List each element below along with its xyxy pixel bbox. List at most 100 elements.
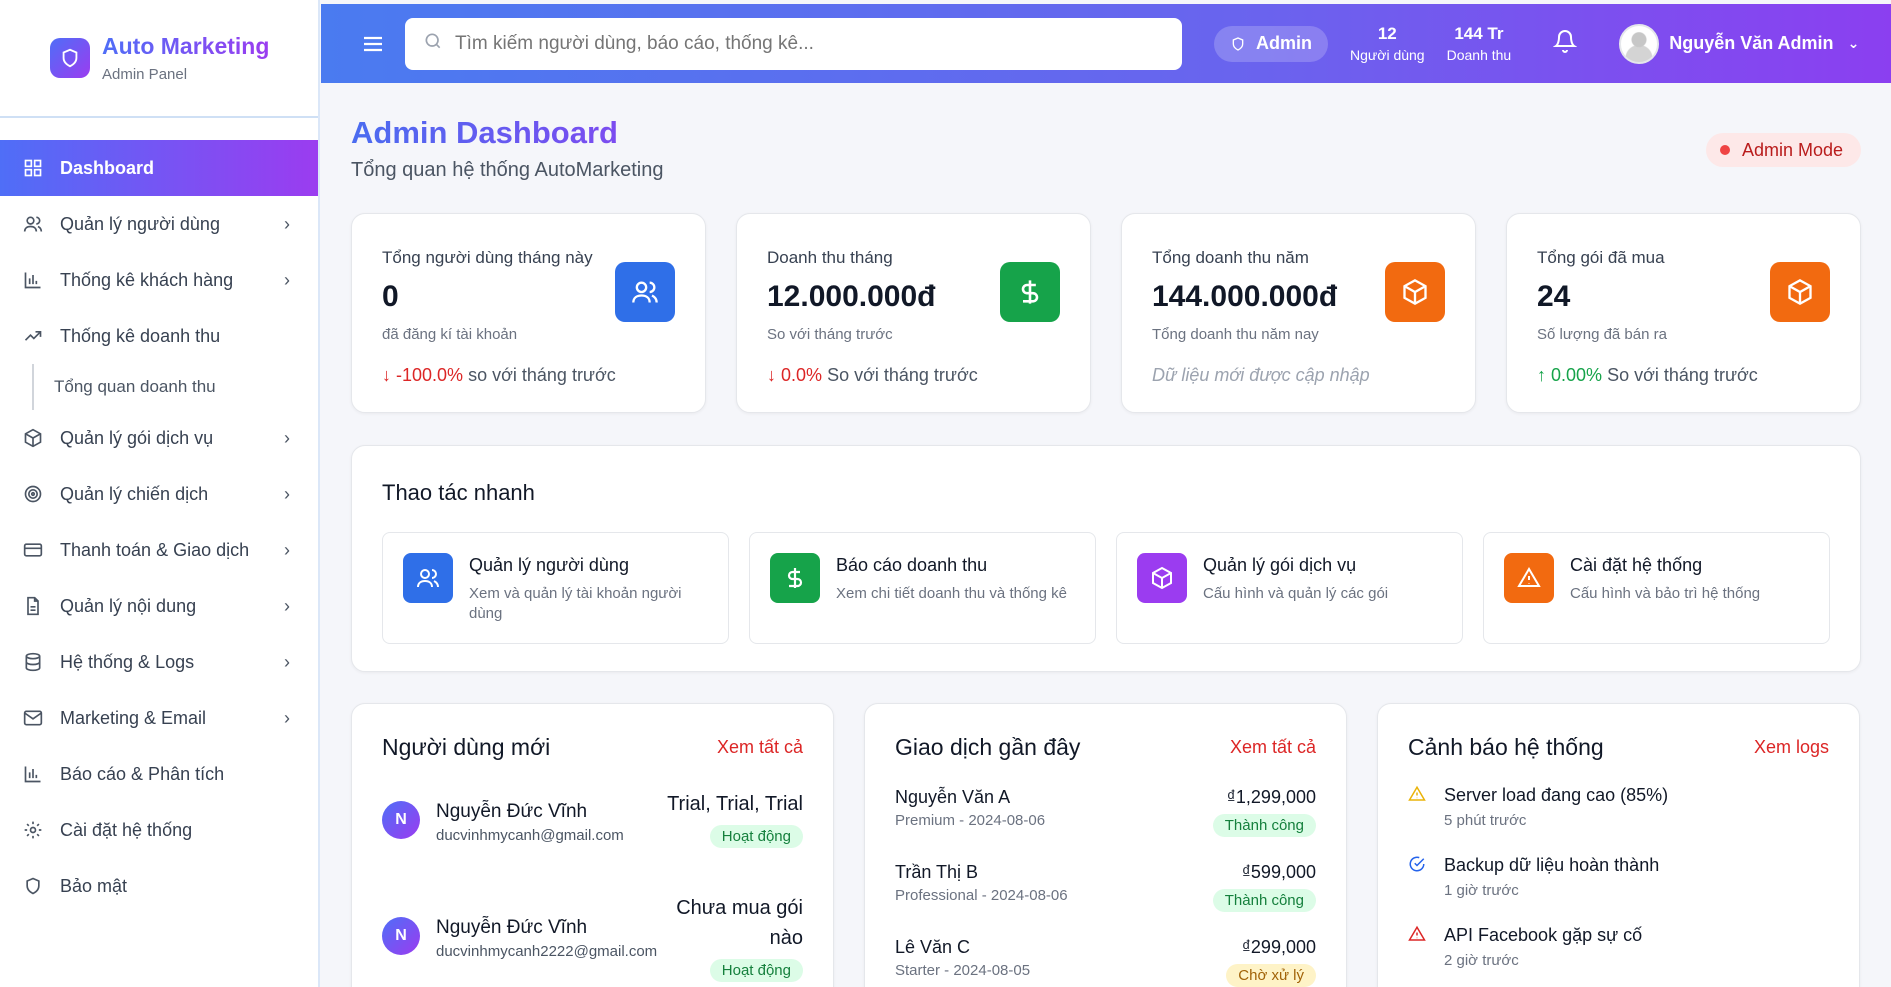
package-icon [1770,262,1830,322]
user-menu[interactable]: Nguyễn Văn Admin ⌄ [1619,23,1859,64]
topbar: Admin 12 Người dùng 144 Tr Doanh thu Ngu… [321,4,1891,83]
chevron-right-icon: › [284,269,290,290]
sidebar-item-packages[interactable]: Quản lý gói dịch vụ › [0,410,318,466]
sidebar-item-label: Quản lý gói dịch vụ [60,427,214,448]
stat-change-value: 0.00% [1551,365,1603,385]
sidebar-item-dashboard[interactable]: Dashboard [0,140,318,196]
alert-message: Server load đang cao (85%) [1444,785,1669,805]
stat-change-value: -100.0% [396,365,464,385]
menu-icon[interactable] [341,32,405,56]
sidebar-item-payments[interactable]: Thanh toán & Giao dịch › [0,522,318,578]
user-plan: Chưa mua gói nào [676,897,803,949]
sidebar-item-system-logs[interactable]: Hệ thống & Logs › [0,634,318,690]
stat-change-value: 0.0% [781,365,823,385]
list-item[interactable]: N Nguyễn Đức Vĩnh ducvinhmycanh2222@gmail… [382,893,803,987]
alert-time: 2 giờ trước [1444,952,1519,969]
users-icon [22,213,44,235]
stat-card-packages-sold: Tổng gói đã mua 24 Số lượng đã bán ra ↑ … [1506,213,1861,413]
arrow-up-icon: ↑ [1537,365,1546,385]
package-icon [1137,553,1187,603]
users-count: 12 Người dùng [1350,24,1425,63]
table-row[interactable]: Lê Văn C Starter - 2024-08-05 ₫299,000 Chờ… [895,937,1316,987]
chevron-right-icon: › [284,651,290,672]
status-dot [1719,145,1730,155]
user-plan: Trial, Trial, Trial [667,793,803,815]
list-item[interactable]: Server load đang cao (85%) 5 phút trước [1408,785,1829,835]
tx-detail: Starter - 2024-08-05 [895,962,1031,979]
avatar: N [382,801,420,839]
tx-name: Trần Thị B [895,862,979,882]
quick-action-packages[interactable]: Quản lý gói dịch vụ Cấu hình và quản lý c… [1116,532,1463,644]
revenue-label: Doanh thu [1446,47,1512,63]
sidebar-item-label: Hệ thống & Logs [60,651,195,672]
stat-change: ↑ 0.00% So với tháng trước [1537,365,1830,386]
dollar-icon [1000,262,1060,322]
bar-chart-icon [22,269,44,291]
sidebar-subitem-revenue-overview[interactable]: Tổng quan doanh thu [32,364,318,410]
sidebar-item-label: Thống kê khách hàng [60,269,234,290]
admin-mode-badge: Admin Mode [1705,133,1861,167]
list-item[interactable]: Backup dữ liệu hoàn thành 1 giờ trước [1408,855,1829,905]
sidebar-item-label: Thống kê doanh thu [60,325,221,346]
search-input[interactable] [455,32,1135,55]
sidebar-item-content[interactable]: Quản lý nội dung › [0,578,318,634]
tx-detail: Professional - 2024-08-06 [895,887,1068,904]
sidebar-item-settings[interactable]: Cài đặt hệ thống [0,802,318,858]
sidebar-item-security[interactable]: Bảo mật [0,858,318,914]
arrow-down-icon: ↓ [767,365,776,385]
sidebar-item-campaigns[interactable]: Quản lý chiến dịch › [0,466,318,522]
revenue-value: 144 Tr [1454,24,1504,43]
brand[interactable]: Auto Marketing Admin Panel [0,0,318,118]
quick-action-desc: Cấu hình và bảo trì hệ thống [1570,585,1761,602]
table-row[interactable]: Trần Thị B Professional - 2024-08-06 ₫599… [895,862,1316,917]
quick-action-revenue-report[interactable]: Báo cáo doanh thu Xem chi tiết doanh thu … [749,532,1096,644]
target-icon [22,483,44,505]
quick-action-title: Báo cáo doanh thu [836,555,988,575]
sidebar-item-revenue-stats[interactable]: Thống kê doanh thu [0,308,318,364]
alert-message: Backup dữ liệu hoàn thành [1444,855,1660,875]
bottom-panels: Người dùng mới Xem tất cả N Nguyễn Đức V… [351,703,1861,987]
users-icon [403,553,453,603]
quick-action-users[interactable]: Quản lý người dùng Xem và quản lý tài kho… [382,532,729,644]
panel-title: Cảnh báo hệ thống [1408,734,1604,760]
dollar-icon [770,553,820,603]
tx-amount: ₫1,299,000 [1226,787,1316,807]
status-badge: Hoạt động [709,959,803,982]
view-all-link[interactable]: Xem tất cả [1230,737,1316,758]
tx-name: Lê Văn C [895,937,971,957]
trending-up-icon [22,325,44,347]
sidebar-item-reports[interactable]: Báo cáo & Phân tích [0,746,318,802]
users-count-value: 12 [1377,24,1397,43]
brand-title: Auto Marketing [102,33,270,59]
quick-actions-row: Quản lý người dùng Xem và quản lý tài kho… [382,532,1830,644]
list-item[interactable]: N Nguyễn Đức Vĩnh ducvinhmycanh@gmail.com… [382,789,803,863]
stat-sub: So với tháng trước [767,326,893,343]
new-users-panel: Người dùng mới Xem tất cả N Nguyễn Đức V… [351,703,834,987]
document-icon [22,595,44,617]
search-box[interactable] [405,17,1182,70]
view-logs-link[interactable]: Xem logs [1754,737,1829,758]
list-item[interactable]: API Facebook gặp sự cố 2 giờ trước [1408,925,1829,975]
quick-action-title: Cài đặt hệ thống [1570,555,1703,575]
mail-icon [22,707,44,729]
brand-subtitle: Admin Panel [102,66,188,83]
alert-icon [1408,925,1428,975]
alert-message: API Facebook gặp sự cố [1444,925,1643,945]
page-title: Admin Dashboard [351,115,618,150]
quick-action-settings[interactable]: Cài đặt hệ thống Cấu hình và bảo trì hệ t… [1483,532,1830,644]
view-all-link[interactable]: Xem tất cả [717,737,803,758]
user-name: Nguyễn Văn Admin [1669,33,1834,53]
users-icon [615,262,675,322]
sidebar-item-marketing-email[interactable]: Marketing & Email › [0,690,318,746]
sidebar-nav: Dashboard Quản lý người dùng › Thống kê … [0,140,318,914]
table-row[interactable]: Nguyễn Văn A Premium - 2024-08-06 ₫1,299,… [895,787,1316,842]
avatar [1619,23,1660,64]
status-badge: Thành công [1212,889,1316,912]
sidebar-item-users[interactable]: Quản lý người dùng › [0,196,318,252]
bell-icon[interactable] [1552,29,1578,58]
users-count-label: Người dùng [1350,47,1425,63]
shield-logo-icon [50,38,90,78]
sidebar-item-label: Quản lý nội dung [60,595,197,616]
sidebar-item-customer-stats[interactable]: Thống kê khách hàng › [0,252,318,308]
chevron-right-icon: › [284,427,290,448]
